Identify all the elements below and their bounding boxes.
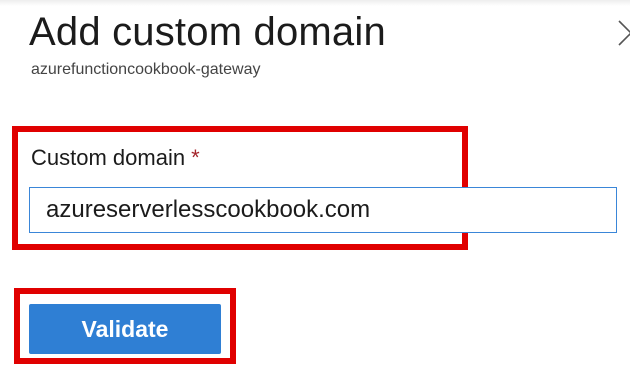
custom-domain-label: Custom domain * [31,144,200,172]
panel-title: Add custom domain [29,10,386,54]
add-custom-domain-panel: Add custom domain azurefunctioncookbook-… [0,0,630,370]
panel-subtitle: azurefunctioncookbook-gateway [31,61,261,78]
top-shadow [0,0,630,6]
close-icon[interactable] [618,20,630,46]
required-marker: * [191,145,200,170]
custom-domain-label-text: Custom domain [31,145,186,170]
validate-button[interactable]: Validate [29,304,221,354]
custom-domain-input[interactable] [29,187,617,233]
